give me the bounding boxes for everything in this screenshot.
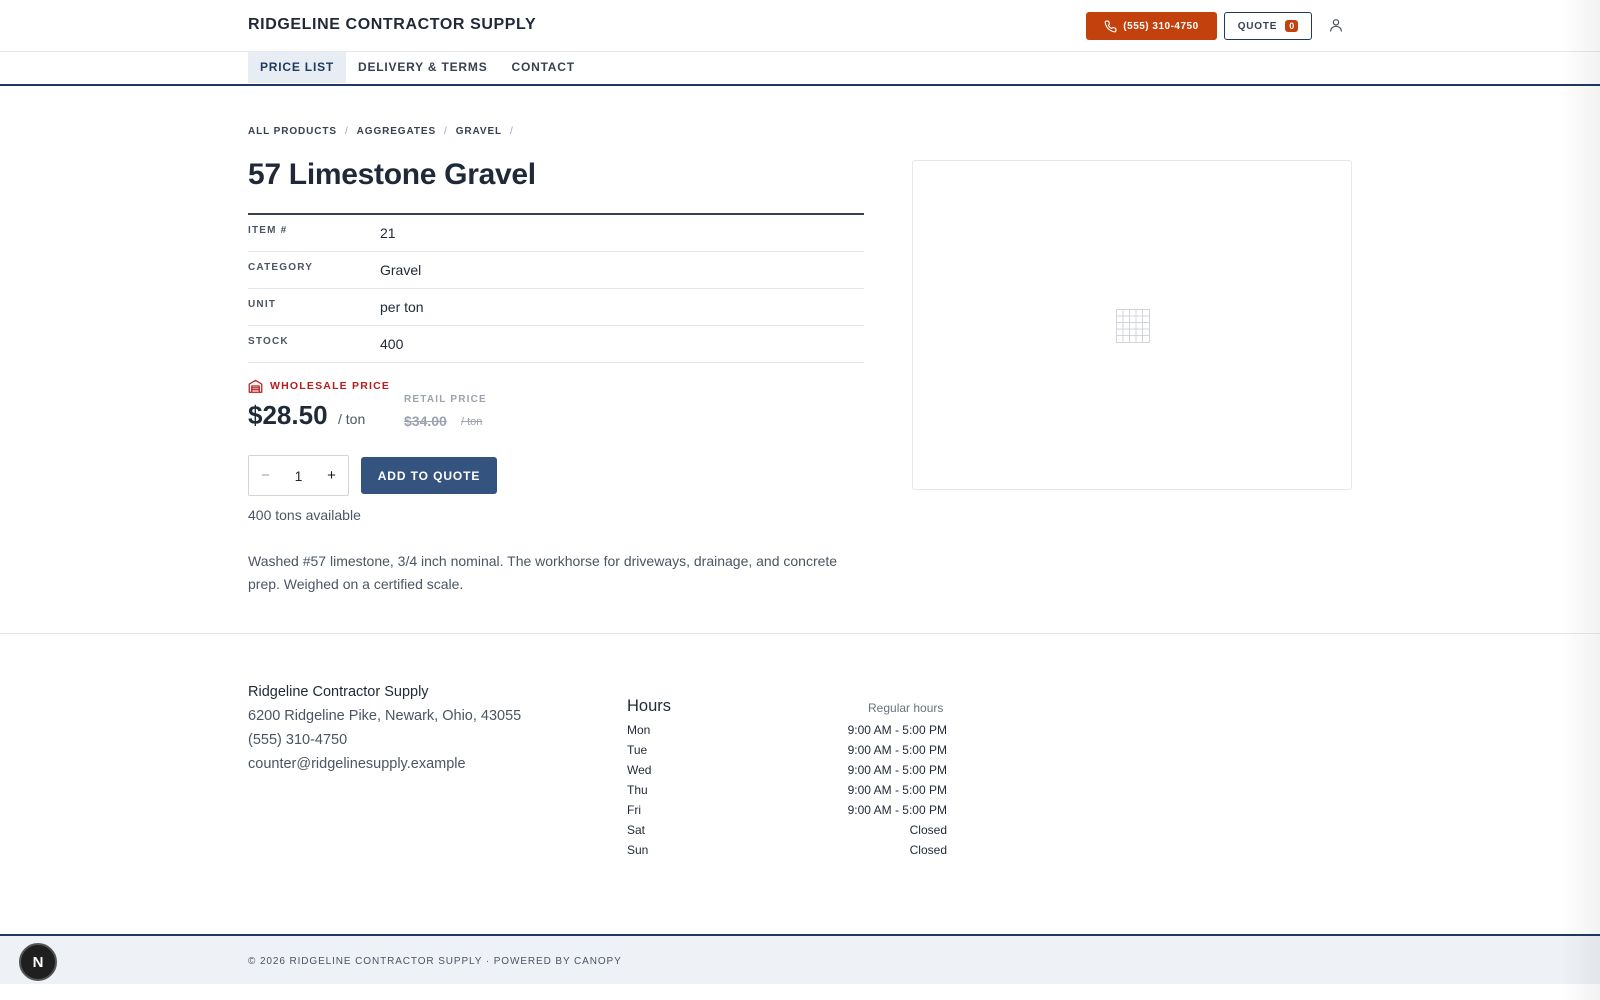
hours-time: 9:00 AM - 5:00 PM [847, 723, 947, 737]
footer-phone[interactable]: (555) 310-4750 [248, 732, 347, 748]
hours-row: Wed 9:00 AM - 5:00 PM [627, 763, 947, 783]
hours-row: Tue 9:00 AM - 5:00 PM [627, 743, 947, 763]
hours-day: Mon [627, 723, 651, 737]
retail-price: $34.00 [404, 413, 447, 429]
wholesale-unit: / ton [338, 411, 366, 427]
breadcrumb-aggregates[interactable]: AGGREGATES [357, 126, 436, 137]
phone-icon [1104, 20, 1117, 32]
increase-quantity-button[interactable]: + [315, 467, 348, 484]
breadcrumb-all-products[interactable]: ALL PRODUCTS [248, 126, 337, 137]
bottom-bar: © 2026 RIDGELINE CONTRACTOR SUPPLY · POW… [0, 934, 1600, 984]
spec-row-unit: UNIT per ton [248, 289, 864, 326]
spec-value: per ton [380, 299, 424, 315]
wholesale-label-text: WHOLESALE PRICE [270, 380, 391, 392]
wholesale-label: WHOLESALE PRICE [248, 379, 390, 393]
hours-day: Tue [627, 743, 648, 757]
breadcrumb-separator: / [344, 126, 349, 137]
main-nav: PRICE LIST DELIVERY & TERMS CONTACT [0, 52, 1600, 86]
call-button-label: (555) 310-4750 [1123, 20, 1199, 32]
spec-label: STOCK [248, 336, 289, 347]
page-title: 57 Limestone Gravel [248, 158, 536, 191]
wholesale-price: $28.50 [248, 400, 328, 430]
spec-label: CATEGORY [248, 262, 314, 273]
spec-row-stock: STOCK 400 [248, 326, 864, 363]
warehouse-icon [248, 379, 263, 393]
breadcrumb-separator: / [510, 126, 514, 137]
tab-contact[interactable]: CONTACT [500, 52, 587, 83]
call-button[interactable]: (555) 310-4750 [1086, 12, 1217, 40]
retail-label: RETAIL PRICE [404, 394, 487, 405]
spec-value: 21 [380, 225, 396, 241]
tab-price-list[interactable]: PRICE LIST [248, 52, 347, 83]
spec-value: 400 [380, 336, 404, 352]
breadcrumb-gravel[interactable]: GRAVEL [456, 126, 502, 137]
hours-day: Sat [627, 823, 646, 837]
hours-title: Hours [627, 697, 672, 715]
availability-text: 400 tons available [248, 507, 361, 523]
brand-name[interactable]: RIDGELINE CONTRACTOR SUPPLY [248, 16, 536, 34]
quote-button[interactable]: QUOTE 0 [1224, 12, 1312, 40]
hours-row: Sat Closed [627, 823, 947, 843]
hours-time: 9:00 AM - 5:00 PM [847, 763, 947, 777]
footer-email[interactable]: counter@ridgelinesupply.example [248, 756, 466, 772]
top-header: RIDGELINE CONTRACTOR SUPPLY (555) 310-47… [0, 0, 1600, 52]
spec-value: Gravel [380, 262, 422, 278]
dev-tools-badge[interactable]: N [19, 943, 57, 981]
scroll-shadow [1560, 0, 1600, 1000]
spec-label: UNIT [248, 299, 277, 310]
spec-row-category: CATEGORY Gravel [248, 252, 864, 289]
hours-row: Thu 9:00 AM - 5:00 PM [627, 783, 947, 803]
user-icon[interactable] [1328, 17, 1344, 33]
hours-table: Mon 9:00 AM - 5:00 PM Tue 9:00 AM - 5:00 P… [627, 723, 947, 863]
quote-button-label: QUOTE [1237, 20, 1278, 32]
hours-time: 9:00 AM - 5:00 PM [847, 743, 947, 757]
hours-time: Closed [909, 823, 947, 837]
hours-row: Mon 9:00 AM - 5:00 PM [627, 723, 947, 743]
hours-day: Sun [627, 843, 649, 857]
spec-label: ITEM # [248, 225, 288, 236]
hours-day: Thu [627, 783, 648, 797]
hours-row: Sun Closed [627, 843, 947, 863]
add-to-quote-button[interactable]: ADD TO QUOTE [361, 457, 497, 494]
tab-delivery-terms[interactable]: DELIVERY & TERMS [346, 52, 499, 83]
image-placeholder-icon [1116, 309, 1150, 343]
hours-time: Closed [909, 843, 947, 857]
hours-time: 9:00 AM - 5:00 PM [847, 803, 947, 817]
breadcrumb-separator: / [444, 126, 448, 137]
footer-divider [0, 633, 1600, 634]
product-image [912, 160, 1352, 490]
decrease-quantity-button[interactable]: − [249, 467, 282, 484]
copyright-text: © 2026 RIDGELINE CONTRACTOR SUPPLY · POW… [248, 956, 622, 967]
hours-time: 9:00 AM - 5:00 PM [847, 783, 947, 797]
product-description: Washed #57 limestone, 3/4 inch nominal. … [248, 553, 838, 592]
hours-day: Wed [627, 763, 652, 777]
quantity-input[interactable]: 1 [282, 468, 315, 484]
hours-day: Fri [627, 803, 641, 817]
spec-table: ITEM # 21 CATEGORY Gravel UNIT per ton S… [248, 213, 864, 363]
footer-business-name: Ridgeline Contractor Supply [248, 684, 429, 700]
quote-count-badge: 0 [1285, 20, 1299, 32]
quantity-stepper: − 1 + [248, 455, 349, 496]
hours-subtitle: Regular hours [868, 701, 944, 715]
hours-row: Fri 9:00 AM - 5:00 PM [627, 803, 947, 823]
footer-address: 6200 Ridgeline Pike, Newark, Ohio, 43055 [248, 708, 522, 724]
breadcrumb: ALL PRODUCTS / AGGREGATES / GRAVEL / [248, 126, 514, 137]
retail-unit: / ton [461, 416, 483, 428]
spec-row-item: ITEM # 21 [248, 215, 864, 252]
